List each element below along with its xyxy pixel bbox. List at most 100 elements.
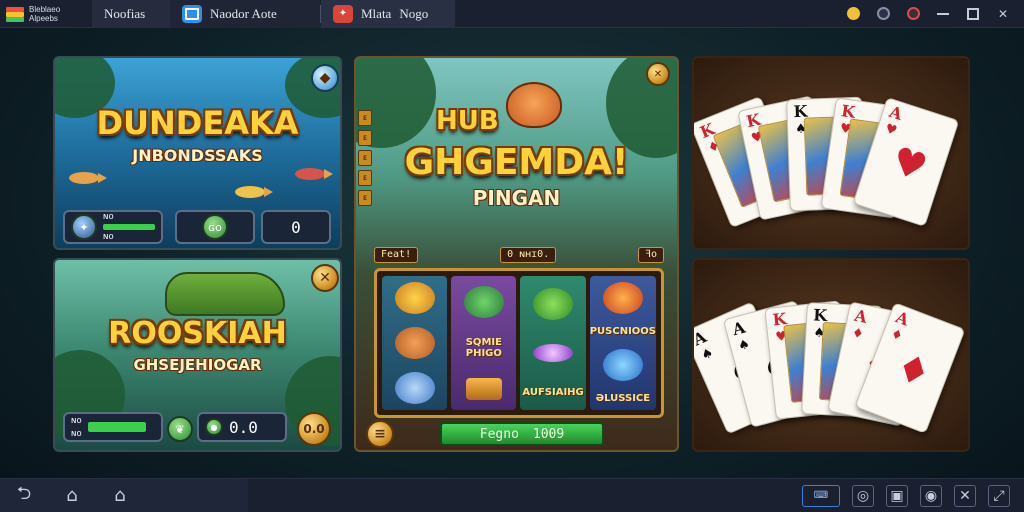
game-title: ROOSKIAH — [108, 316, 287, 351]
notification-icon[interactable] — [906, 7, 920, 21]
fish-symbol-icon — [533, 344, 574, 363]
tab-app-1[interactable]: Naodor Aote — [170, 0, 320, 28]
balance-chip: 0 ɴʜɪ0. — [500, 247, 557, 263]
card-suit-icon: ♦ — [850, 325, 865, 343]
game-card-solitaire[interactable]: A♠♠A♠♠K♥K♠A♦♦A♦♦ — [692, 258, 970, 452]
reel-text: AUFSIAIHG — [522, 386, 584, 398]
dinosaur-icon — [165, 272, 285, 316]
reel-2: SQMIE PHIGO — [451, 276, 517, 410]
tab-home-label: Noofias — [104, 5, 146, 21]
toolbar: ⌨ ◎ ▣ ◉ ✕ ⤢ — [802, 484, 1024, 507]
shake-icon[interactable]: ✕ — [954, 484, 976, 507]
location-icon[interactable]: ◉ — [920, 484, 942, 507]
score-display: ● 0.0 — [197, 412, 287, 442]
center-badge[interactable]: ɢo — [175, 210, 255, 244]
trident-icon: ✦ — [71, 214, 97, 240]
score-value: 0.0 — [229, 417, 258, 437]
card-rank: A — [893, 307, 912, 330]
score-display: 0 — [261, 210, 331, 244]
recents-icon[interactable]: ⌂ — [106, 485, 134, 507]
fish-icon — [235, 186, 273, 198]
reel-text: SQMIE PHIGO — [465, 336, 502, 359]
game-title-top: HUB — [436, 106, 499, 136]
tab-app-1-label: Naodor Aote — [210, 5, 277, 21]
maximize-icon[interactable] — [966, 7, 980, 21]
card-suit-icon: ♠ — [736, 336, 752, 355]
badge-icon: ɢo — [202, 214, 228, 240]
brand-line-1: Bleblaeo — [29, 4, 61, 14]
tab-home[interactable]: Noofias — [92, 0, 170, 28]
emulator-window: Bleblaeo Alpeebs Noofias Naodor Aote ✦ M… — [0, 0, 1024, 512]
game-card-dino[interactable]: ✕ ROOSKIAH GHSEJEHIOGAR ɴo ɴo ❦ ● 0.0 0.… — [53, 258, 342, 452]
reel-text: PUSCNIOOS — [589, 326, 656, 337]
tools-icon[interactable]: ✕ — [311, 264, 339, 292]
info-strip: Feat! 0 ɴʜɪ0. ꟻo — [374, 246, 664, 264]
game-icon: ✦ — [333, 4, 353, 23]
tab-app-2-label: Mlata — [361, 5, 392, 21]
gamepad-icon[interactable]: ◎ — [852, 484, 874, 507]
home-nav-icon[interactable]: ⌂ — [58, 485, 86, 507]
player-stats: ɴo ɴo — [63, 412, 163, 442]
fish-icon — [69, 172, 107, 184]
fullscreen-icon[interactable]: ⤢ — [988, 484, 1010, 507]
app-logo-icon — [6, 6, 24, 22]
reel-1 — [382, 276, 448, 410]
bottom-bar: ⮌ ⌂ ⌂ ⌨ ◎ ▣ ◉ ✕ ⤢ — [0, 478, 1024, 512]
reel-3: AUFSIAIHG — [520, 276, 586, 410]
tab-app-2[interactable]: ✦ Mlata Nogo — [321, 0, 455, 28]
energy-bar — [103, 224, 155, 230]
leaf-icon[interactable]: ❦ — [167, 416, 193, 442]
orb-symbol-icon — [602, 282, 643, 314]
fish-symbol-icon — [394, 371, 435, 404]
coin-button[interactable]: 0.0 — [297, 412, 331, 446]
stat-top: ɴo — [71, 415, 82, 426]
card-rank: A — [730, 317, 748, 340]
brand[interactable]: Bleblaeo Alpeebs — [0, 0, 92, 28]
bet-chip: ꟻo — [638, 247, 664, 263]
gold-bar-icon — [465, 378, 502, 401]
minimize-icon[interactable] — [936, 7, 950, 21]
spin-button[interactable]: Fegno 1009 — [440, 422, 604, 446]
fish-symbol-icon — [394, 282, 435, 315]
stat-top: ɴo — [103, 212, 114, 222]
close-icon[interactable]: ✕ — [996, 7, 1010, 21]
game-title: GHGEMDA! — [404, 142, 629, 183]
center-badge-text: ɢo — [208, 220, 222, 234]
game-card-slots[interactable]: ✕ ᴇ ᴇ ᴇ ᴇ ᴇ HUB GHGEMDA! PINGAN Feat! 0 … — [354, 56, 679, 452]
user-icon[interactable] — [876, 7, 890, 21]
game-card-poker[interactable]: K ♦ K ♥ K ♠ K ♥ A ♥ ♥ — [692, 56, 970, 250]
settings-icon[interactable]: ✕ — [646, 62, 670, 86]
card-pip-icon: ♥ — [886, 138, 933, 191]
feature-chip[interactable]: Feat! — [374, 247, 419, 263]
tab-app-2-label-2: Nogo — [399, 5, 429, 21]
menu-button[interactable]: ≡ — [366, 420, 394, 448]
game-card-fish[interactable]: ◆ DUNDEAKA JNBONDSSAKS ✦ ɴo ɴo ɢo 0 — [53, 56, 342, 250]
brand-line-2: Alpeebs — [29, 13, 58, 23]
card-suit-icon: ♦ — [888, 326, 905, 345]
spin-value: 1009 — [532, 426, 565, 442]
fish-symbol-icon — [394, 326, 435, 359]
screenshot-icon[interactable]: ▣ — [886, 484, 908, 507]
bell-icon[interactable] — [846, 7, 860, 21]
brand-text: Bleblaeo Alpeebs — [29, 5, 60, 23]
card-suit-icon: ♥ — [883, 121, 899, 140]
reel-text: ƏLUSSICE — [595, 393, 651, 404]
card-pip-icon: ♦ — [889, 343, 938, 398]
stat-group: ɴo ɴo — [71, 416, 82, 439]
back-icon[interactable]: ⮌ — [10, 483, 38, 507]
diamond-icon[interactable]: ◆ — [311, 64, 339, 92]
game-subtitle: GHSEJEHIOGAR — [133, 356, 262, 374]
energy-bar — [87, 422, 146, 432]
folder-icon — [182, 4, 202, 23]
stat-bottom: ɴo — [71, 428, 82, 439]
window-controls: ✕ — [846, 7, 1024, 21]
coin-label: 0.0 — [303, 422, 325, 436]
game-subtitle: JNBONDSSAKS — [132, 146, 263, 165]
keyboard-icon[interactable]: ⌨ — [802, 484, 840, 507]
spin-label: Fegno — [479, 426, 519, 442]
gem-symbol-icon — [602, 349, 643, 381]
stat-bottom: ɴo — [103, 232, 114, 242]
reel-4: PUSCNIOOS ƏLUSSICE — [589, 276, 656, 410]
stat-group: ɴo ɴo — [103, 212, 155, 242]
keyboard-label: ⌨ — [813, 490, 829, 501]
